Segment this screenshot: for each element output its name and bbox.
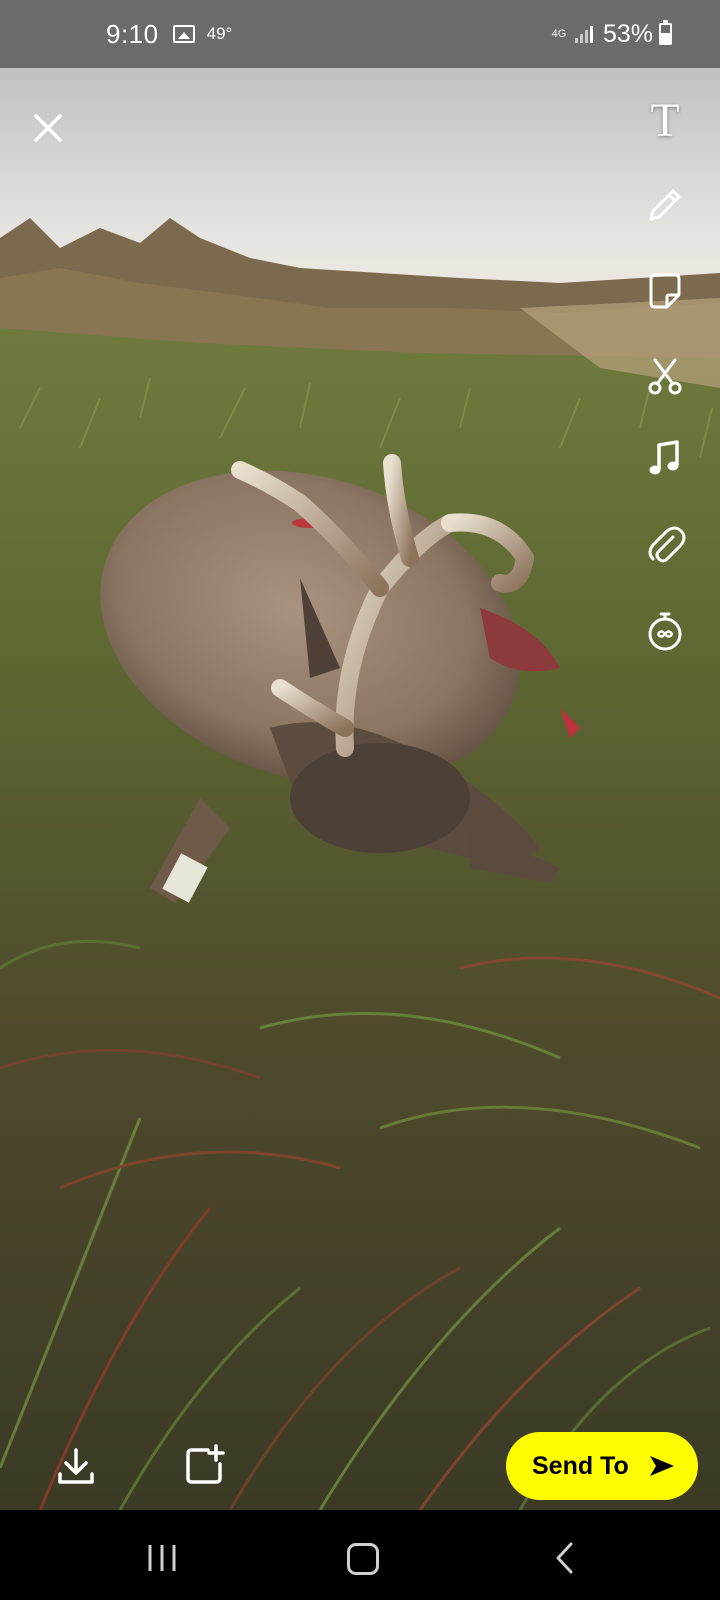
pencil-icon [649,189,681,221]
back-icon[interactable] [553,1541,577,1575]
battery-icon [659,20,672,45]
snap-photo[interactable] [0,68,720,1510]
download-icon [58,1448,94,1484]
network-type: 4G [551,28,567,40]
home-icon[interactable] [347,1543,379,1575]
sticker-icon [649,273,681,309]
music-note-icon [649,440,679,475]
add-to-story-button[interactable] [182,1444,226,1488]
attach-link-tool-button[interactable] [640,520,690,570]
timer-icon [648,612,682,651]
close-icon [34,114,62,142]
battery-percent: 53% [602,19,653,48]
battery-fill [661,33,670,43]
status-time: 9:10 [106,18,159,49]
paperclip-icon [648,526,686,563]
recents-icon[interactable] [146,1542,178,1574]
scissors-icon [648,358,682,395]
system-navigation-bar [0,1510,720,1600]
draw-tool-button[interactable] [640,180,690,230]
send-arrow-icon [650,1456,674,1476]
photo-illustration [0,68,720,1510]
add-story-icon [186,1444,225,1484]
text-tool-button[interactable]: T [640,96,690,146]
timer-tool-button[interactable] [640,606,690,656]
status-bar: 9:10 49° 4G 53% [0,0,720,68]
scissors-tool-button[interactable] [640,351,690,401]
sticker-tool-button[interactable] [640,266,690,316]
close-button[interactable] [26,106,70,150]
signal-icon [574,25,593,43]
send-to-button[interactable]: Send To [506,1432,698,1500]
music-tool-button[interactable] [640,434,690,484]
send-to-label: Send To [532,1451,629,1480]
download-button[interactable] [54,1444,98,1488]
status-temperature: 49° [206,24,233,43]
text-icon: T [650,94,680,147]
gallery-icon [172,25,195,43]
